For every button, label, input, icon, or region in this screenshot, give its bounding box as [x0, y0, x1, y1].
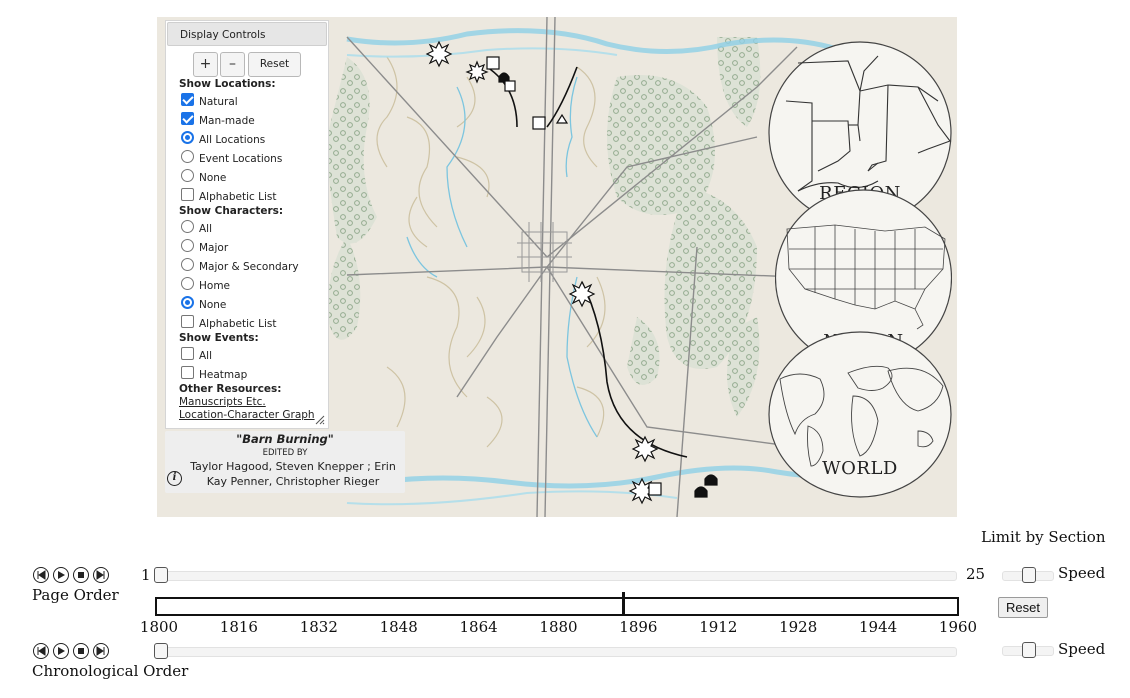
year-tick-1928: 1928 — [779, 618, 818, 636]
reset-map-button[interactable]: Reset — [248, 52, 301, 77]
play-icon[interactable] — [53, 643, 69, 659]
stop-icon[interactable] — [73, 567, 89, 583]
chronological-thumb[interactable] — [154, 643, 168, 659]
world-scale-button[interactable]: WORLD — [768, 331, 952, 498]
chronological-speed-thumb[interactable] — [1022, 642, 1036, 658]
characters-major-radio[interactable] — [181, 239, 194, 252]
year-range-bar[interactable] — [155, 597, 959, 616]
characters-major-secondary-radio[interactable] — [181, 258, 194, 271]
skip-last-icon[interactable] — [93, 567, 109, 583]
skip-last-icon[interactable] — [93, 643, 109, 659]
year-tick-1816: 1816 — [219, 618, 258, 636]
manuscripts-link[interactable]: Manuscripts Etc. — [179, 396, 266, 408]
characters-alphabetic-checkbox[interactable] — [181, 315, 194, 328]
year-tick-1848: 1848 — [379, 618, 418, 636]
characters-all-radio[interactable] — [181, 220, 194, 233]
skip-first-icon[interactable] — [33, 567, 49, 583]
show-events-heading: Show Events: — [179, 332, 259, 344]
chronological-order-label: Chronological Order — [32, 662, 189, 680]
page-speed-slider[interactable] — [1002, 567, 1054, 583]
info-icon[interactable]: i — [167, 471, 182, 486]
page-speed-thumb[interactable] — [1022, 567, 1036, 583]
year-tick-1896: 1896 — [619, 618, 658, 636]
locations-none-radio[interactable] — [181, 169, 194, 182]
all-locations-radio[interactable] — [181, 131, 194, 144]
events-all-checkbox[interactable] — [181, 347, 194, 360]
events-all-option[interactable]: All — [179, 347, 212, 362]
characters-home-option[interactable]: Home — [179, 277, 230, 292]
page-order-label: Page Order — [32, 586, 119, 604]
editors-line-1: Taylor Hagood, Steven Knepper ; Erin — [190, 460, 396, 473]
locations-alphabetic-option[interactable]: Alphabetic List — [179, 188, 276, 203]
characters-major-option[interactable]: Major — [179, 239, 228, 254]
year-tick-1960: 1960 — [938, 618, 978, 636]
chronological-slider[interactable] — [154, 643, 957, 659]
chronological-speed-label: Speed — [1058, 640, 1106, 658]
zoom-in-button[interactable]: + — [193, 52, 218, 77]
locations-alphabetic-checkbox[interactable] — [181, 188, 194, 201]
year-tick-1944: 1944 — [859, 618, 898, 636]
year-tick-1864: 1864 — [459, 618, 498, 636]
other-resources-heading: Other Resources: — [179, 383, 282, 395]
display-controls-panel: Display Controls + – Reset Show Location… — [165, 20, 329, 429]
show-locations-heading: Show Locations: — [179, 78, 276, 90]
edited-by-label: EDITED BY — [262, 448, 308, 458]
zoom-out-button[interactable]: – — [220, 52, 245, 77]
characters-major-secondary-option[interactable]: Major & Secondary — [179, 258, 299, 273]
year-marker[interactable] — [622, 592, 625, 616]
characters-all-option[interactable]: All — [179, 220, 212, 235]
story-credit-box: "Barn Burning" EDITED BY Taylor Hagood, … — [165, 431, 405, 493]
year-tick-1880: 1880 — [539, 618, 578, 636]
editors-line-2: Kay Penner, Christopher Rieger — [206, 475, 380, 488]
stop-icon[interactable] — [73, 643, 89, 659]
timeline-reset-button[interactable]: Reset — [998, 597, 1048, 618]
chronological-speed-slider[interactable] — [1002, 642, 1054, 658]
locations-none-option[interactable]: None — [179, 169, 226, 184]
play-icon[interactable] — [53, 567, 69, 583]
page-order-slider[interactable] — [154, 567, 957, 583]
location-character-graph-link[interactable]: Location-Character Graph — [179, 409, 315, 421]
event-locations-option[interactable]: Event Locations — [179, 150, 282, 165]
year-tick-1800: 1800 — [139, 618, 179, 636]
man-made-option[interactable]: Man-made — [179, 112, 255, 127]
page-max-label: 25 — [966, 565, 986, 583]
characters-none-option[interactable]: None — [179, 296, 226, 311]
heatmap-option[interactable]: Heatmap — [179, 366, 247, 381]
man-made-checkbox[interactable] — [181, 112, 194, 125]
year-tick-1832: 1832 — [299, 618, 338, 636]
page-order-thumb[interactable] — [154, 567, 168, 583]
event-locations-radio[interactable] — [181, 150, 194, 163]
show-characters-heading: Show Characters: — [179, 205, 284, 217]
year-tick-1912: 1912 — [699, 618, 738, 636]
story-title: "Barn Burning" — [236, 432, 334, 446]
characters-alphabetic-option[interactable]: Alphabetic List — [179, 315, 276, 330]
limit-by-section-label[interactable]: Limit by Section — [981, 528, 1106, 546]
natural-option[interactable]: Natural — [179, 93, 238, 108]
all-locations-option[interactable]: All Locations — [179, 131, 265, 146]
characters-none-radio[interactable] — [181, 296, 194, 309]
heatmap-checkbox[interactable] — [181, 366, 194, 379]
page-speed-label: Speed — [1058, 564, 1106, 582]
world-label: WORLD — [822, 458, 898, 479]
skip-first-icon[interactable] — [33, 643, 49, 659]
resize-grip-icon[interactable] — [315, 415, 325, 425]
page-min-label: 1 — [141, 566, 151, 584]
display-controls-title[interactable]: Display Controls — [167, 22, 327, 46]
characters-home-radio[interactable] — [181, 277, 194, 290]
natural-checkbox[interactable] — [181, 93, 194, 106]
